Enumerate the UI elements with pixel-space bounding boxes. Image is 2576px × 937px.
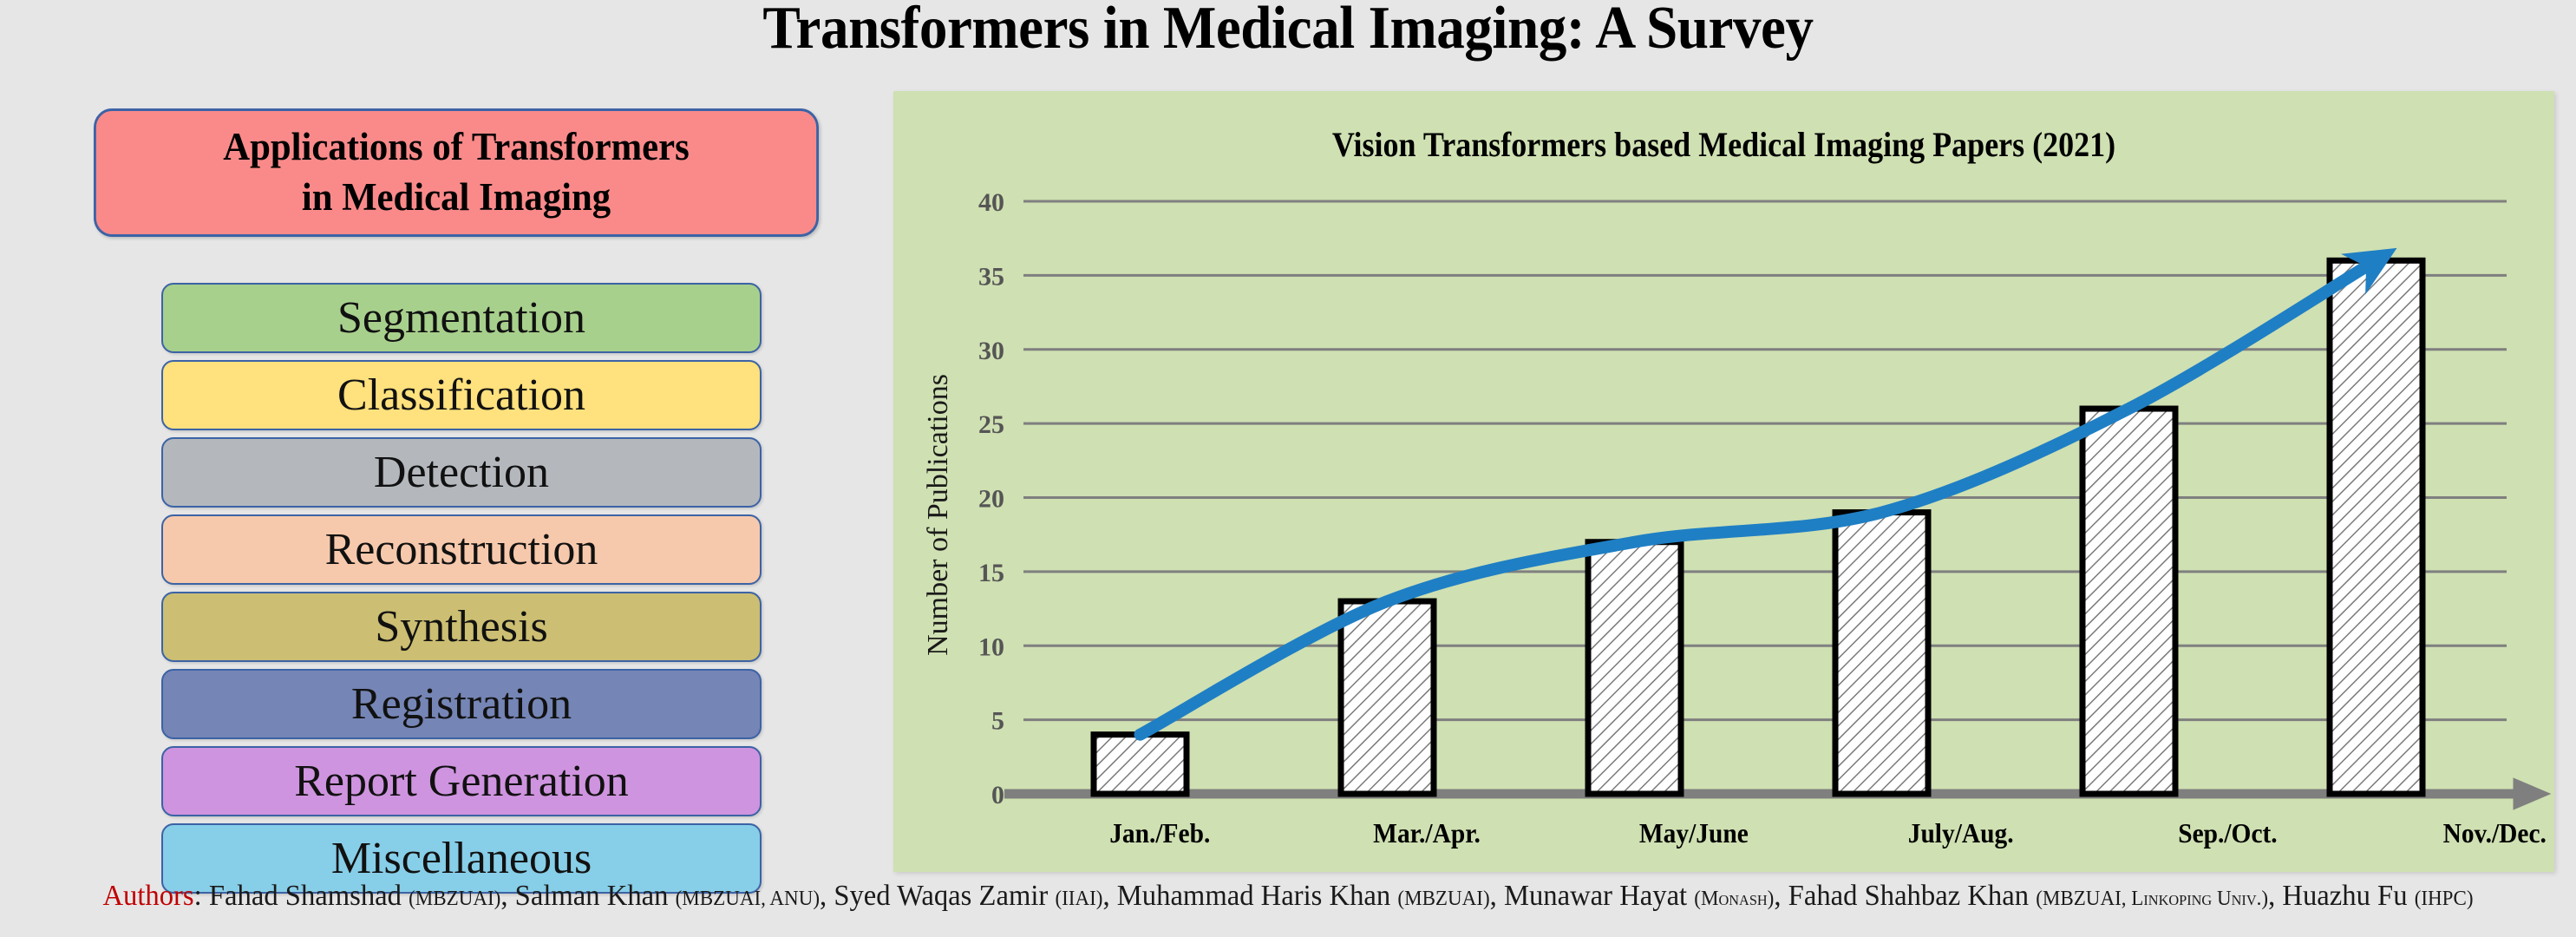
bar-chart: 0 5 10 15 20 25 30 35 40 Number of Publications Ja…	[922, 188, 2552, 849]
y-tick-label: 20	[978, 485, 1004, 514]
author-separator: ,	[2268, 880, 2283, 912]
bar-SepOct	[2079, 405, 2179, 797]
page-title: Transformers in Medical Imaging: A Surve…	[762, 0, 1814, 62]
category-label: Reconstruction	[324, 525, 598, 574]
y-tick-label: 25	[978, 410, 1004, 439]
author-affiliation: (MBZUAI)	[1397, 888, 1490, 910]
y-tick-label: 35	[978, 262, 1004, 291]
authors-names: Fahad Shamshad (MBZUAI), Salman Khan (MB…	[209, 880, 2474, 912]
category-list: Segmentation Classification Detection Recon…	[161, 283, 762, 901]
bar-MarApr	[1337, 598, 1437, 797]
bar-JanFeb	[1090, 731, 1190, 797]
applications-header-line2: in Medical Imaging	[301, 175, 611, 219]
category-label: Detection	[373, 448, 550, 497]
author-affiliation: (IIAI)	[1055, 888, 1103, 910]
bar-NovDec	[2326, 257, 2426, 797]
y-tick-label: 40	[978, 188, 1004, 217]
category-box-segmentation[interactable]: Segmentation	[161, 283, 762, 353]
authors-line: Authors: Fahad Shamshad (MBZUAI), Salman…	[51, 880, 2524, 913]
category-label: Synthesis	[375, 602, 548, 652]
author-name: Huazhu Fu	[2282, 880, 2415, 912]
category-box-classification[interactable]: Classification	[161, 360, 762, 430]
category-label: Segmentation	[337, 293, 585, 343]
category-label: Miscellaneous	[330, 834, 592, 883]
y-tick-label: 10	[978, 632, 1004, 661]
y-tick-label: 0	[991, 781, 1004, 809]
author-name: Munawar Hayat	[1503, 880, 1695, 912]
category-box-synthesis[interactable]: Synthesis	[161, 592, 762, 662]
author-affiliation: (Monash)	[1694, 888, 1775, 910]
x-tick-label: July/Aug.	[1908, 818, 2014, 849]
x-tick-label: Nov./Dec.	[2443, 818, 2547, 849]
author-name: Syed Waqas Zamir	[834, 880, 1056, 912]
y-axis-title: Number of Publications	[922, 374, 954, 656]
chart-panel: Vision Transformers based Medical Imagin…	[893, 91, 2554, 872]
applications-header-box: Applications of Transformers in Medical …	[94, 108, 819, 237]
category-label: Registration	[350, 679, 572, 729]
x-tick-label: Jan./Feb.	[1109, 818, 1210, 849]
author-separator: ,	[500, 880, 515, 912]
category-label: Report Generation	[294, 757, 629, 806]
author-affiliation: (MBZUAI)	[409, 888, 501, 910]
author-separator: ,	[1774, 880, 1788, 912]
x-tick-label: Sep./Oct.	[2178, 818, 2277, 849]
author-affiliation: (MBZUAI, ANU)	[675, 888, 821, 910]
author-name: Muhammad Haris Khan	[1116, 880, 1398, 912]
author-name: Fahad Shahbaz Khan	[1788, 880, 2037, 912]
applications-header-line1: Applications of Transformers	[223, 125, 690, 169]
y-tick-label: 5	[991, 707, 1004, 736]
y-tick-label: 30	[978, 337, 1004, 365]
category-label: Classification	[337, 370, 585, 420]
y-tick-label: 15	[978, 559, 1004, 587]
bar-JulyAug	[1832, 509, 1932, 797]
category-box-detection[interactable]: Detection	[161, 437, 762, 508]
x-tick-label: Mar./Apr.	[1373, 818, 1481, 849]
bar-MayJune	[1585, 539, 1684, 797]
authors-separator: :	[193, 880, 209, 912]
x-tick-label: May/June	[1639, 818, 1749, 849]
author-affiliation: (IHPC)	[2414, 888, 2474, 910]
author-affiliation: (MBZUAI, Linkoping Univ.)	[2036, 888, 2269, 910]
category-box-reconstruction[interactable]: Reconstruction	[161, 514, 762, 585]
authors-label: Authors	[102, 880, 194, 912]
category-box-report-generation[interactable]: Report Generation	[161, 746, 762, 816]
author-name: Fahad Shamshad	[208, 880, 409, 912]
applications-sidebar: Applications of Transformers in Medical …	[0, 94, 876, 894]
author-separator: ,	[1102, 880, 1117, 912]
author-name: Salman Khan	[514, 880, 676, 912]
category-box-registration[interactable]: Registration	[161, 669, 762, 739]
author-separator: ,	[820, 880, 834, 912]
author-separator: ,	[1489, 880, 1504, 912]
